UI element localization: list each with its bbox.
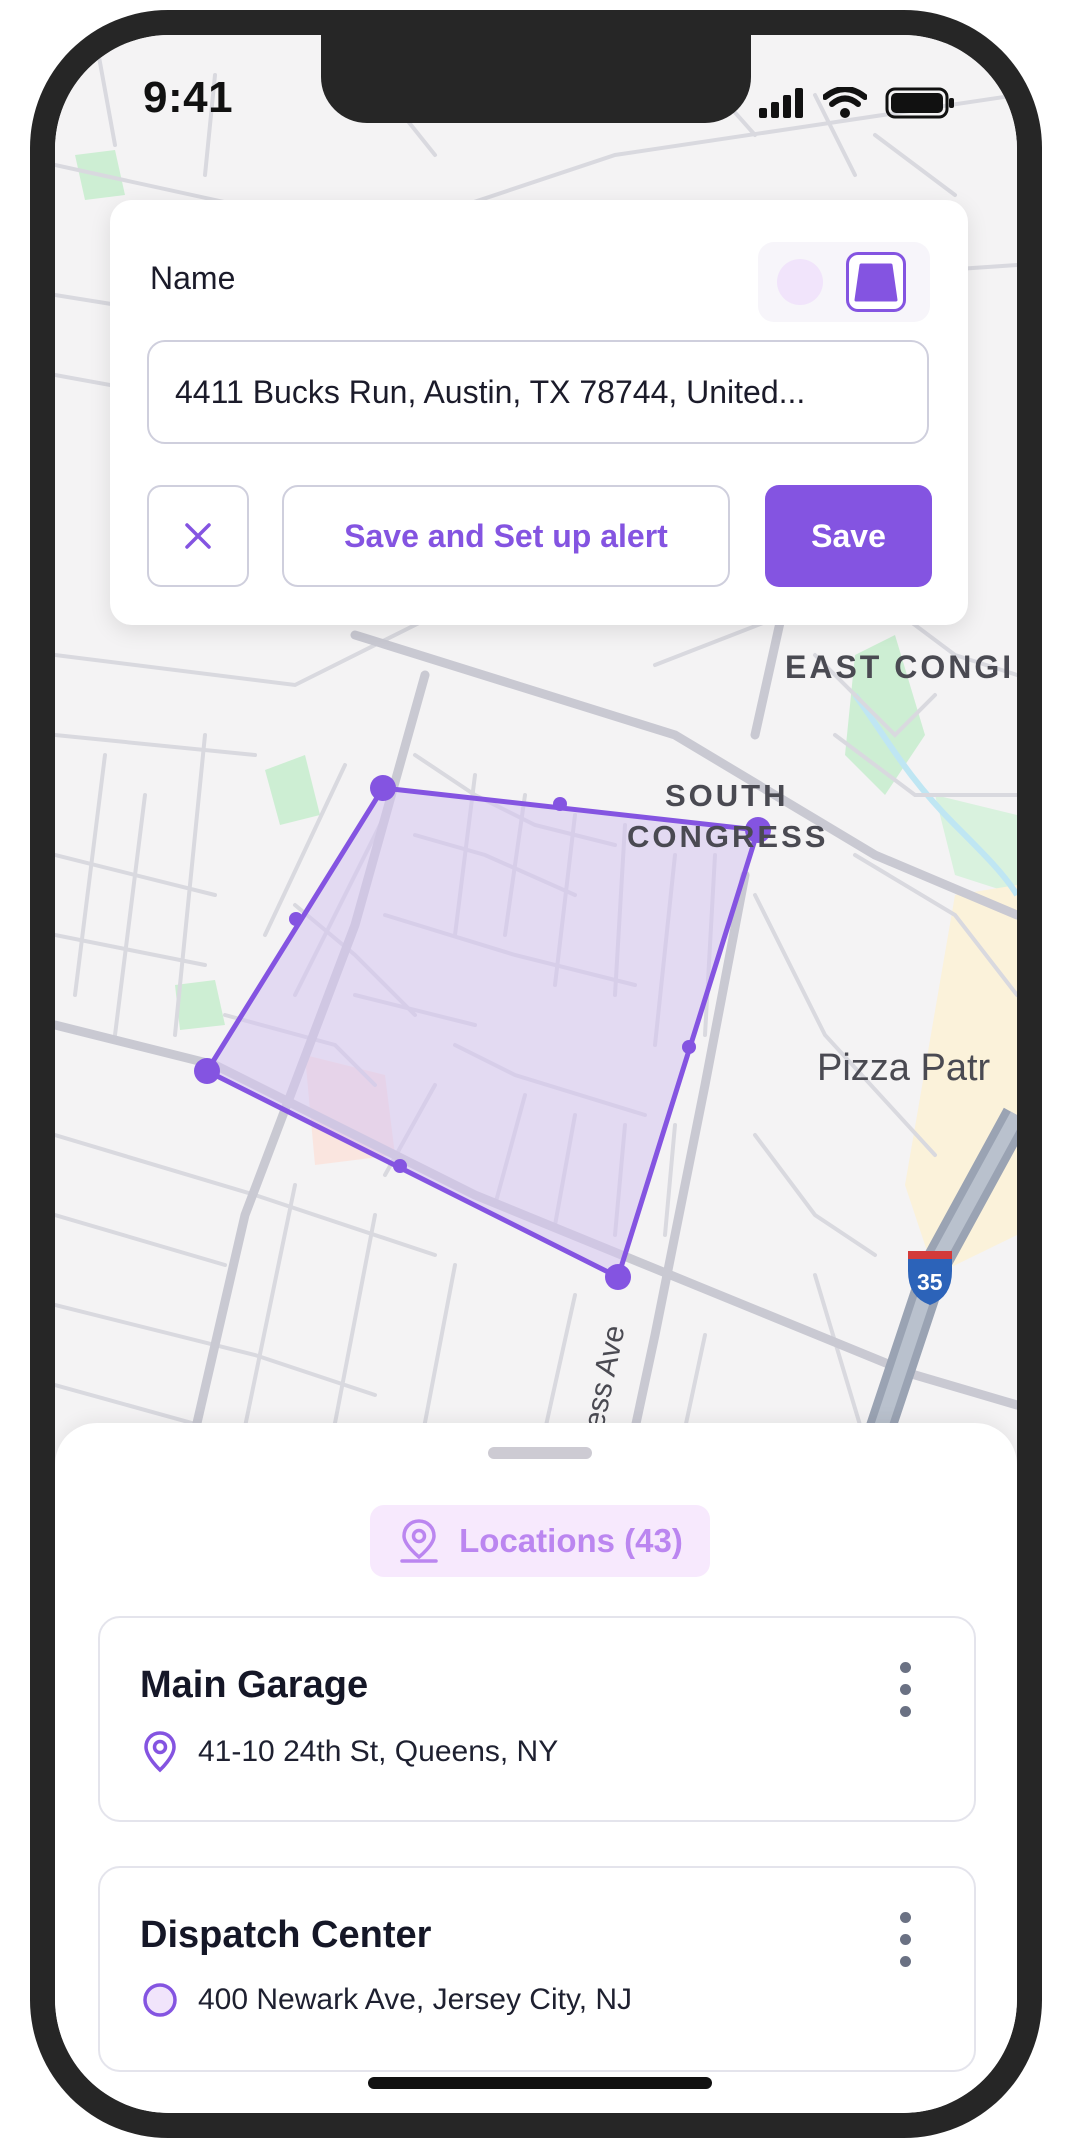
circle-geofence-icon: [143, 1983, 177, 2017]
locations-chip-label: Locations (43): [459, 1522, 683, 1559]
save-and-set-up-alert-button[interactable]: Save and Set up alert: [282, 485, 730, 587]
polygon-shape-button[interactable]: [846, 252, 906, 312]
sheet-drag-handle[interactable]: [488, 1447, 592, 1459]
name-label: Name: [150, 260, 236, 296]
location-card-main-garage[interactable]: Main Garage 41-10 24th St, Queens, NY: [98, 1616, 976, 1822]
location-name: Main Garage: [140, 1664, 369, 1706]
circle-shape-icon: [777, 259, 823, 305]
name-input[interactable]: [147, 340, 929, 444]
location-address: 400 Newark Ave, Jersey City, NJ: [198, 1983, 633, 2016]
map-label-east-congress: EAST CONGI: [785, 649, 1014, 685]
status-time: 9:41: [143, 73, 234, 122]
polygon-shape-icon: [854, 263, 898, 302]
notch: [321, 35, 751, 123]
location-address-row: 41-10 24th St, Queens, NY: [142, 1730, 558, 1774]
locations-bottom-sheet: Locations (43) Main Garage 41-10 24th St…: [55, 1423, 1017, 2113]
svg-text:35: 35: [917, 1269, 943, 1295]
map-label-south-congress-2: CONGRESS: [627, 819, 828, 854]
screen: EAST CONGI SOUTH CONGRESS Pizza Patr ess…: [55, 35, 1017, 2113]
location-name: Dispatch Center: [140, 1914, 432, 1956]
shape-toggle: [758, 242, 930, 322]
signal-icon: [759, 88, 803, 118]
locations-chip[interactable]: Locations (43): [370, 1505, 710, 1577]
phone-frame: EAST CONGI SOUTH CONGRESS Pizza Patr ess…: [30, 10, 1042, 2138]
close-button[interactable]: [147, 485, 249, 587]
location-address: 41-10 24th St, Queens, NY: [198, 1735, 559, 1768]
map-label-south-congress-1: SOUTH: [665, 778, 789, 813]
status-icons: [759, 87, 955, 119]
map-pin-icon: [144, 1731, 176, 1773]
battery-icon: [885, 87, 954, 119]
map-label-pizza: Pizza Patr: [817, 1047, 991, 1089]
circle-shape-button[interactable]: [770, 252, 830, 312]
location-address-row: 400 Newark Ave, Jersey City, NJ: [142, 1980, 632, 2020]
home-indicator: [368, 2077, 712, 2089]
location-card-dispatch-center[interactable]: Dispatch Center 400 Newark Ave, Jersey C…: [98, 1866, 976, 2072]
more-options-icon[interactable]: [896, 1912, 916, 1972]
map-pin-icon: [400, 1519, 438, 1563]
geofence-editor-card: Name Save and Set up alert Save: [110, 200, 968, 625]
more-options-icon[interactable]: [896, 1662, 916, 1722]
save-button[interactable]: Save: [765, 485, 932, 587]
close-icon: [185, 523, 211, 549]
wifi-icon: [823, 87, 867, 118]
